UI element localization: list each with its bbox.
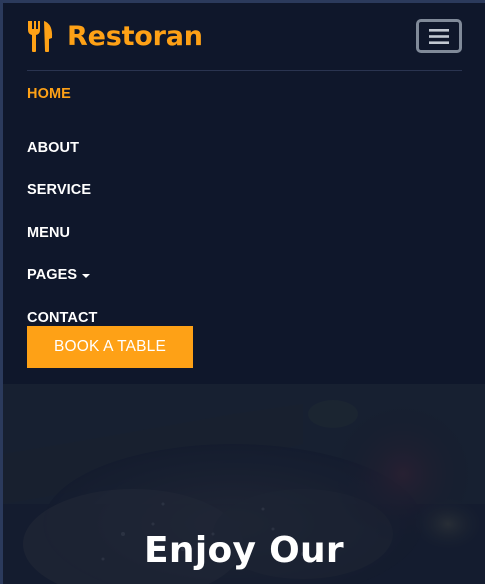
window-top-border: [0, 0, 485, 3]
book-a-table-button[interactable]: Book A Table: [27, 326, 193, 368]
nav-item-home: Home: [27, 84, 98, 104]
hamburger-menu-icon: [429, 28, 449, 44]
nav-item-about: About: [27, 127, 98, 170]
nav-item-menu: Menu: [27, 212, 98, 255]
hero-title: Enjoy Our: [144, 530, 344, 571]
nav-link-service[interactable]: Service: [27, 169, 98, 212]
brand-link[interactable]: Restoran: [27, 20, 203, 52]
navbar-divider: [27, 70, 462, 71]
window-left-border: [0, 0, 3, 584]
navbar: Restoran Home About Service: [3, 3, 485, 384]
nav-link-label: Contact: [27, 310, 98, 327]
navbar-toggler-button[interactable]: [416, 19, 462, 53]
nav-link-about[interactable]: About: [27, 127, 98, 170]
nav-link-label: About: [27, 139, 80, 156]
nav-link-pages-dropdown[interactable]: Pages: [27, 254, 98, 297]
nav-link-label: Menu: [27, 224, 71, 241]
page: Restoran Home About Service: [0, 0, 485, 584]
hero-section: Enjoy Our: [3, 384, 485, 584]
nav-link-label: Service: [27, 182, 92, 199]
nav-menu: Home About Service Menu Pages Contact: [27, 84, 98, 340]
nav-item-pages: Pages: [27, 254, 98, 297]
nav-link-menu[interactable]: Menu: [27, 212, 98, 255]
nav-link-label: Home: [27, 85, 71, 102]
utensils-icon: [27, 20, 55, 52]
nav-link-home[interactable]: Home: [27, 84, 98, 104]
nav-item-service: Service: [27, 169, 98, 212]
caret-down-icon: [82, 273, 91, 278]
nav-link-label: Pages: [27, 267, 78, 284]
brand-name: Restoran: [67, 20, 203, 52]
